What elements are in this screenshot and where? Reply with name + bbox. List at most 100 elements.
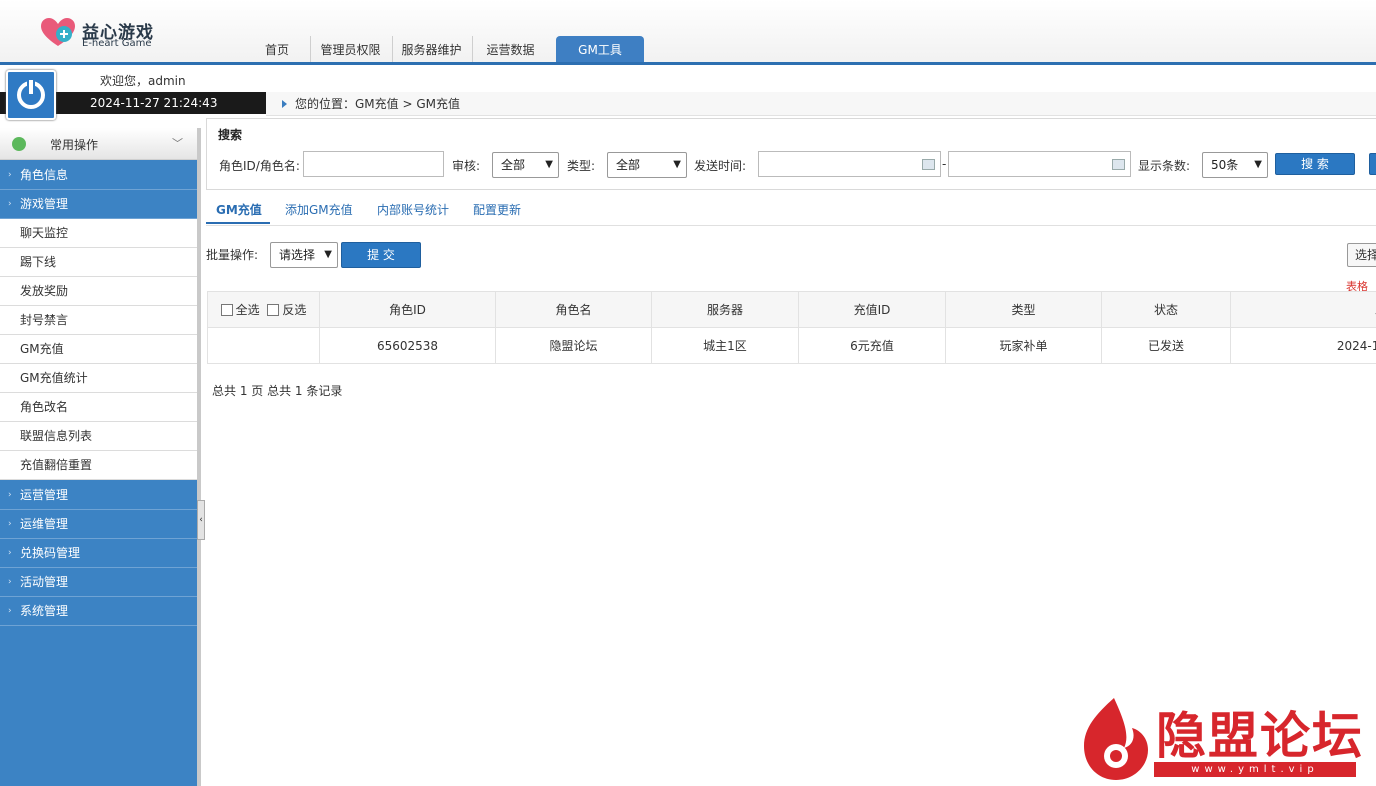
caret-right-icon: ›: [8, 519, 12, 529]
search-button[interactable]: 搜 索: [1275, 153, 1355, 175]
table-cell: 65602538: [319, 327, 496, 364]
sidebar-group-role-info[interactable]: › 角色信息: [0, 161, 197, 190]
sidebar-group-system[interactable]: › 系统管理: [0, 597, 197, 626]
date-range-dash: -: [942, 157, 947, 171]
sidebar-group-ops-maintenance[interactable]: › 运维管理: [0, 510, 197, 539]
chevron-down-icon: ﹀: [172, 137, 183, 150]
active-tab-indicator: [206, 222, 270, 224]
rows-select[interactable]: 50条 ▼: [1202, 152, 1268, 178]
row-select-cell[interactable]: [207, 327, 320, 364]
search-title: 搜索: [218, 128, 243, 142]
collapse-sidebar-button[interactable]: ‹: [197, 500, 205, 540]
select-all-checkbox[interactable]: [220, 304, 233, 316]
sidebar-item-role-rename[interactable]: 角色改名: [0, 393, 197, 422]
table-header-row: 全选 反选 角色ID 角色名 服务器 充值ID 类型 状态 发: [207, 291, 1376, 328]
nav-server-maintenance[interactable]: 服务器维护: [392, 36, 470, 63]
check-circle-icon: [12, 137, 26, 151]
column-header[interactable]: 充值ID: [798, 291, 946, 328]
sidebar-header-label: 常用操作: [50, 138, 99, 152]
table-cell: 6元充值: [798, 327, 946, 364]
sidebar-item-kick-offline[interactable]: 踢下线: [0, 248, 197, 277]
extra-button[interactable]: [1369, 153, 1376, 175]
calendar-icon[interactable]: [922, 159, 935, 170]
sidebar-group-label: 运营管理: [20, 488, 69, 502]
caret-right-icon: ›: [8, 490, 12, 500]
batch-select[interactable]: 请选择 ▼: [270, 242, 338, 268]
type-select[interactable]: 全部 ▼: [607, 152, 687, 178]
nav-gm-tools[interactable]: GM工具: [556, 36, 644, 63]
sidebar-item-gm-recharge[interactable]: GM充值: [0, 335, 197, 364]
sidebar-group-redeem-codes[interactable]: › 兑换码管理: [0, 539, 197, 568]
calendar-icon[interactable]: [1112, 159, 1125, 170]
role-id-input[interactable]: [303, 151, 444, 177]
invert-label[interactable]: 反选: [282, 303, 306, 317]
sidebar-group-operations[interactable]: › 运营管理: [0, 481, 197, 510]
flame-logo-icon: [1084, 698, 1148, 780]
choose-button[interactable]: 选择: [1347, 243, 1376, 267]
column-header[interactable]: 角色名: [495, 291, 652, 328]
breadcrumb-text: 您的位置：GM充值 > GM充值: [295, 97, 460, 111]
sidebar-item-alliance-list[interactable]: 联盟信息列表: [0, 422, 197, 451]
caret-right-icon: ›: [8, 170, 12, 180]
column-header[interactable]: 角色ID: [319, 291, 496, 328]
tab-config-update[interactable]: 配置更新: [473, 201, 521, 218]
column-header[interactable]: 类型: [945, 291, 1102, 328]
breadcrumb: 您的位置：GM充值 > GM充值: [266, 92, 1376, 116]
nav-operation-data[interactable]: 运营数据: [472, 36, 548, 63]
tab-gm-recharge[interactable]: GM充值: [216, 201, 262, 218]
column-header[interactable]: 状态: [1101, 291, 1231, 328]
sidebar-item-ban-mute[interactable]: 封号禁言: [0, 306, 197, 335]
caret-right-icon: ›: [8, 199, 12, 209]
chevron-down-icon: ▼: [1254, 159, 1262, 170]
watermark: 隐盟论坛 www.ymlt.vip: [1072, 690, 1372, 786]
sidebar-item-double-recharge-reset[interactable]: 充值翻倍重置: [0, 451, 197, 480]
sidebar-group-label: 游戏管理: [20, 197, 69, 211]
column-header[interactable]: 发: [1230, 291, 1376, 328]
sidebar-group-label: 兑换码管理: [20, 546, 81, 560]
caret-right-icon: ›: [8, 606, 12, 616]
chevron-down-icon: ▼: [324, 249, 332, 260]
sidebar-item-send-rewards[interactable]: 发放奖励: [0, 277, 197, 306]
nav-admin-permissions[interactable]: 管理员权限: [310, 36, 390, 63]
table-cell: 城主1区: [651, 327, 799, 364]
select-all-label[interactable]: 全选: [236, 303, 260, 317]
sidebar-item-chat-monitor[interactable]: 聊天监控: [0, 219, 197, 248]
nav-home[interactable]: 首页: [246, 36, 308, 63]
watermark-url: www.ymlt.vip: [1154, 762, 1356, 777]
power-button[interactable]: [6, 70, 56, 120]
submit-button[interactable]: 提 交: [341, 242, 421, 268]
tab-add-gm-recharge[interactable]: 添加GM充值: [285, 201, 353, 218]
sidebar-header[interactable]: 常用操作 ﹀: [0, 128, 197, 160]
sidebar-group-label: 系统管理: [20, 604, 69, 618]
app-root: 益心游戏 E-heart Game 首页 管理员权限 服务器维护 运营数据 GM…: [0, 0, 1376, 786]
datetime-text: 2024-11-27 21:24:43: [90, 96, 218, 110]
logo: 益心游戏 E-heart Game: [40, 16, 190, 60]
search-panel: 搜索 角色ID/角色名: 审核: 全部 ▼ 类型: 全部 ▼ 发送时间: - 显示条…: [206, 118, 1376, 190]
caret-right-icon: ›: [8, 577, 12, 587]
table-row[interactable]: 65602538 隐盟论坛 城主1区 6元充值 玩家补单 已发送 2024-11: [207, 327, 1376, 364]
tab-internal-account-stats[interactable]: 内部账号统计: [377, 201, 449, 218]
column-header[interactable]: 服务器: [651, 291, 799, 328]
invert-checkbox[interactable]: [267, 304, 280, 316]
sidebar-group-label: 运维管理: [20, 517, 69, 531]
sidebar-splitter[interactable]: [197, 128, 201, 786]
top-header: 益心游戏 E-heart Game 首页 管理员权限 服务器维护 运营数据 GM…: [0, 0, 1376, 65]
chevron-down-icon: ▼: [673, 159, 681, 170]
role-id-label: 角色ID/角色名:: [219, 159, 300, 173]
header-divider: [0, 62, 1376, 65]
audit-select[interactable]: 全部 ▼: [492, 152, 559, 178]
sidebar-group-label: 角色信息: [20, 168, 69, 182]
sidebar-group-game-management[interactable]: › 游戏管理: [0, 190, 197, 219]
chevron-down-icon: ▼: [545, 159, 553, 170]
recharge-table: 全选 反选 角色ID 角色名 服务器 充值ID 类型 状态 发 65602538…: [207, 291, 1376, 364]
sidebar-group-events[interactable]: › 活动管理: [0, 568, 197, 597]
end-date-input[interactable]: [948, 151, 1131, 177]
sidebar-item-gm-recharge-stats[interactable]: GM充值统计: [0, 364, 197, 393]
welcome-text: 欢迎您，admin: [100, 74, 186, 88]
start-date-input[interactable]: [758, 151, 941, 177]
breadcrumb-arrow-icon: [282, 100, 287, 108]
table-cell: 已发送: [1101, 327, 1231, 364]
audit-label: 审核:: [452, 159, 481, 173]
table-cell: 隐盟论坛: [495, 327, 652, 364]
content-tabs: GM充值 添加GM充值 内部账号统计 配置更新: [206, 196, 1376, 226]
